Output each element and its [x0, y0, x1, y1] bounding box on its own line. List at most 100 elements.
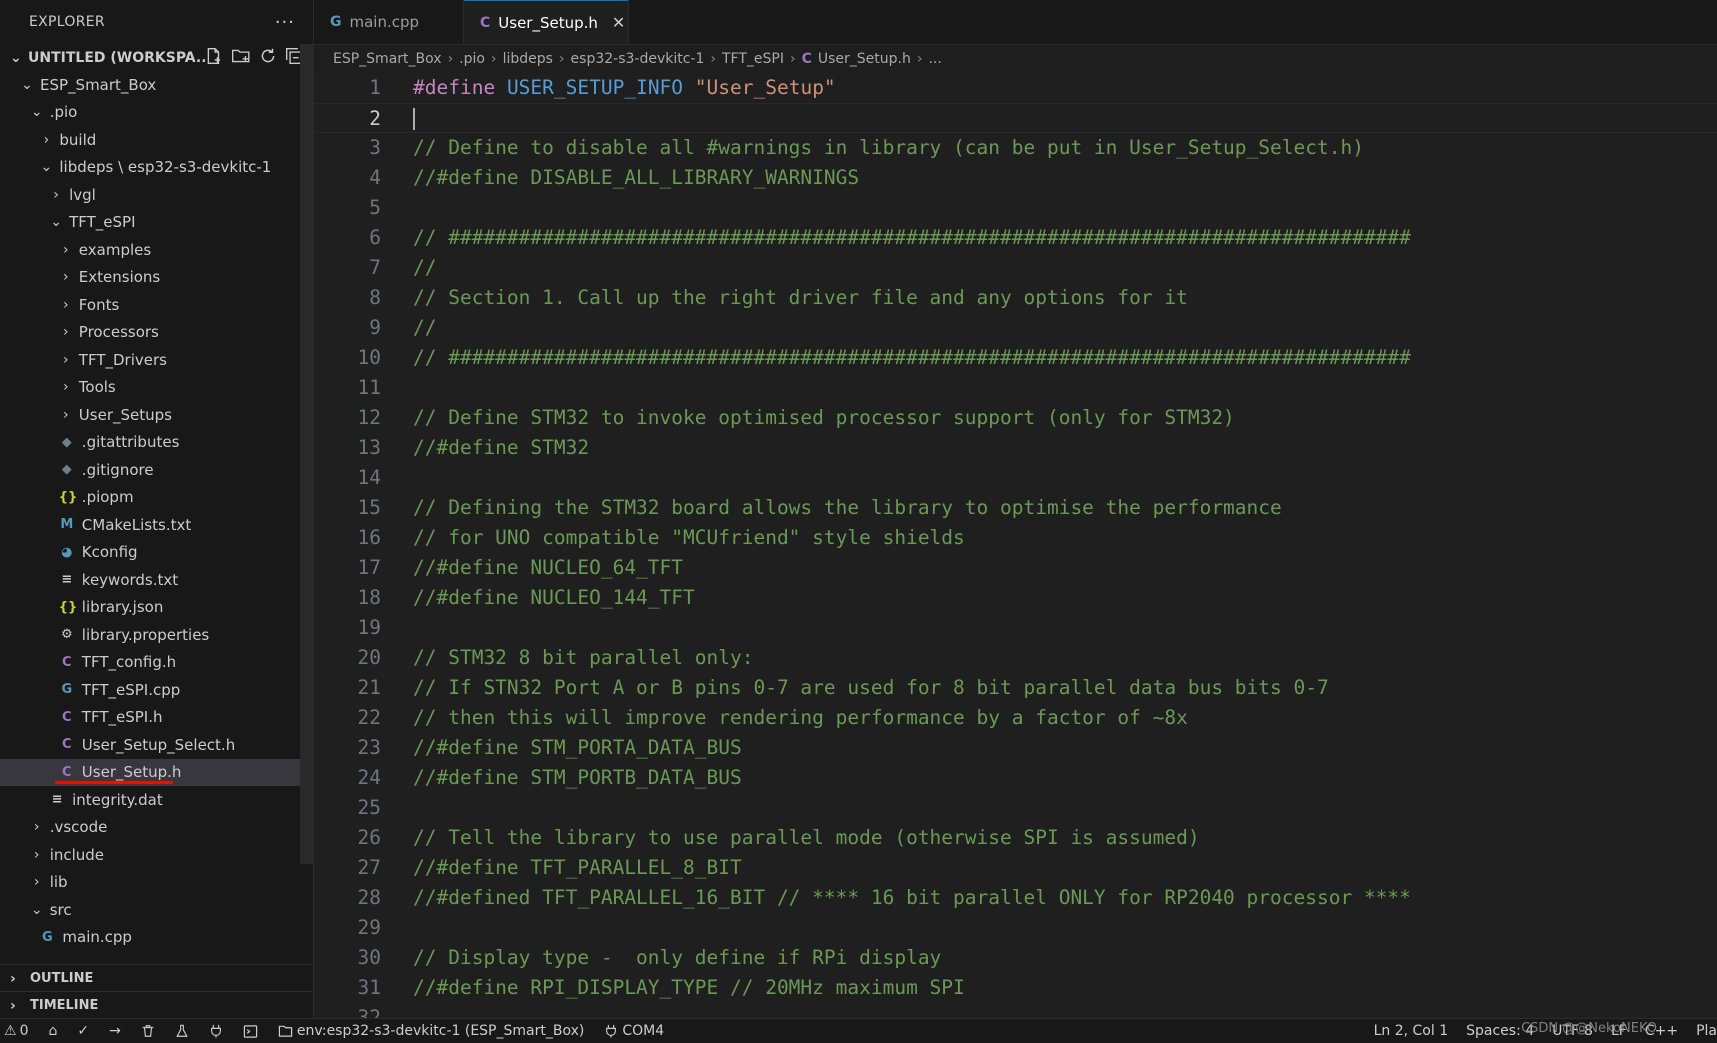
- workspace-header[interactable]: ⌄ UNTITLED (WORKSPA...: [0, 44, 313, 71]
- tree-file[interactable]: {} .piopm: [0, 484, 313, 512]
- tree-file[interactable]: {} library.json: [0, 594, 313, 622]
- tree-folder[interactable]: › include: [0, 841, 313, 869]
- code-line[interactable]: 13 //#define STM32: [314, 433, 1717, 463]
- problems-indicator[interactable]: ⚠ 0: [4, 1023, 28, 1039]
- tree-folder[interactable]: › Fonts: [0, 291, 313, 319]
- close-icon[interactable]: ✕: [612, 13, 625, 32]
- code-line[interactable]: 6 // ####################################…: [314, 223, 1717, 253]
- tab-main-cpp[interactable]: G main.cpp: [314, 0, 464, 44]
- new-file-icon[interactable]: [205, 47, 223, 69]
- breadcrumb-item[interactable]: .pio: [459, 51, 485, 67]
- home-icon[interactable]: ⌂: [48, 1023, 57, 1039]
- tree-folder[interactable]: ⌄ libdeps \ esp32-s3-devkitc-1: [0, 154, 313, 182]
- serial-port[interactable]: COM4: [604, 1023, 664, 1039]
- tree-folder[interactable]: › examples: [0, 236, 313, 264]
- tree-folder[interactable]: › User_Setups: [0, 401, 313, 429]
- clean-trash-icon[interactable]: [141, 1024, 155, 1038]
- project-environment[interactable]: env:esp32-s3-devkitc-1 (ESP_Smart_Box): [278, 1023, 584, 1039]
- code-line[interactable]: 9 //: [314, 313, 1717, 343]
- code-line[interactable]: 27 //#define TFT_PARALLEL_8_BIT: [314, 853, 1717, 883]
- code-line[interactable]: 5: [314, 193, 1717, 223]
- outline-section[interactable]: › OUTLINE: [0, 964, 313, 992]
- code-line[interactable]: 22 // then this will improve rendering pe…: [314, 703, 1717, 733]
- json-icon: {}: [58, 599, 78, 615]
- code-line[interactable]: 19: [314, 613, 1717, 643]
- tree-file[interactable]: C User_Setup_Select.h: [0, 731, 313, 759]
- code-line[interactable]: 10 // ###################################…: [314, 343, 1717, 373]
- code-line[interactable]: 23 //#define STM_PORTA_DATA_BUS: [314, 733, 1717, 763]
- breadcrumb-item[interactable]: User_Setup.h: [818, 51, 911, 67]
- timeline-section[interactable]: › TIMELINE: [0, 991, 313, 1018]
- code-line[interactable]: 25: [314, 793, 1717, 823]
- tree-file[interactable]: Gmain.cpp: [0, 924, 313, 952]
- code-line[interactable]: 8 // Section 1. Call up the right driver …: [314, 283, 1717, 313]
- code-line[interactable]: 4 //#define DISABLE_ALL_LIBRARY_WARNINGS: [314, 163, 1717, 193]
- tree-file[interactable]: ⚙ library.properties: [0, 621, 313, 649]
- tree-folder[interactable]: ⌄ .pio: [0, 99, 313, 127]
- code-line[interactable]: 1 #define USER_SETUP_INFO "User_Setup": [314, 73, 1717, 103]
- tree-folder[interactable]: › Extensions: [0, 264, 313, 292]
- tree-item-label: TFT_eSPI: [69, 213, 136, 232]
- code-line[interactable]: 15 // Defining the STM32 board allows the…: [314, 493, 1717, 523]
- tree-folder[interactable]: › Processors: [0, 319, 313, 347]
- tree-folder[interactable]: › .vscode: [0, 814, 313, 842]
- tree-folder[interactable]: ⌄ ESP_Smart_Box: [0, 71, 313, 99]
- tree-folder[interactable]: ⌄ src: [0, 896, 313, 924]
- new-folder-icon[interactable]: [231, 47, 251, 69]
- refresh-icon[interactable]: [259, 47, 277, 69]
- tree-file[interactable]: C TFT_eSPI.h: [0, 704, 313, 732]
- platform-indicator[interactable]: Pla: [1696, 1023, 1717, 1039]
- tab-user-setup-h[interactable]: C User_Setup.h ✕: [464, 0, 629, 44]
- tree-folder[interactable]: › build: [0, 126, 313, 154]
- tree-file[interactable]: G TFT_eSPI.cpp: [0, 676, 313, 704]
- tree-file[interactable]: C TFT_config.h: [0, 649, 313, 677]
- tree-file[interactable]: ≡ integrity.dat: [0, 786, 313, 814]
- more-actions-icon[interactable]: ···: [275, 12, 295, 33]
- tree-file[interactable]: C User_Setup.h: [0, 758, 313, 786]
- code-line[interactable]: 12 // Define STM32 to invoke optimised pr…: [314, 403, 1717, 433]
- breadcrumb-item[interactable]: TFT_eSPI: [722, 51, 784, 67]
- build-check-icon[interactable]: ✓: [77, 1023, 89, 1039]
- breadcrumb-item[interactable]: ...: [928, 51, 941, 67]
- comment: // Display type - only define if RPi dis…: [413, 946, 942, 969]
- test-flask-icon[interactable]: [175, 1024, 189, 1038]
- tree-folder[interactable]: › lib: [0, 869, 313, 897]
- tree-folder[interactable]: › lvgl: [0, 181, 313, 209]
- tree-file[interactable]: ◕ Kconfig: [0, 539, 313, 567]
- code-line[interactable]: 31 //#define RPI_DISPLAY_TYPE // 20MHz ma…: [314, 973, 1717, 1003]
- tree-file[interactable]: ◆ .gitattributes: [0, 429, 313, 457]
- code-line[interactable]: 29: [314, 913, 1717, 943]
- code-editor[interactable]: 1 #define USER_SETUP_INFO "User_Setup" 2 3/…: [314, 73, 1717, 1018]
- code-line[interactable]: 24 //#define STM_PORTB_DATA_BUS: [314, 763, 1717, 793]
- code-line[interactable]: 28 //#defined TFT_PARALLEL_16_BIT // ****…: [314, 883, 1717, 913]
- tree-file[interactable]: M CMakeLists.txt: [0, 511, 313, 539]
- terminal-icon[interactable]: [243, 1024, 258, 1039]
- code-line[interactable]: 14: [314, 463, 1717, 493]
- code-line[interactable]: 30 // Display type - only define if RPi d…: [314, 943, 1717, 973]
- code-line[interactable]: 7 //: [314, 253, 1717, 283]
- serial-monitor-plug-icon[interactable]: [209, 1024, 223, 1038]
- code-line[interactable]: 11: [314, 373, 1717, 403]
- tree-folder[interactable]: › Tools: [0, 374, 313, 402]
- code-line[interactable]: 2: [314, 103, 1717, 133]
- code-line[interactable]: 16 // for UNO compatible "MCUfriend" styl…: [314, 523, 1717, 553]
- tree-folder[interactable]: › TFT_Drivers: [0, 346, 313, 374]
- cursor-position[interactable]: Ln 2, Col 1: [1374, 1023, 1449, 1039]
- code-line[interactable]: 20 // STM32 8 bit parallel only:: [314, 643, 1717, 673]
- comment: // Define to disable all #warnings in li…: [413, 136, 1364, 159]
- breadcrumb-item[interactable]: libdeps: [503, 51, 553, 67]
- tree-file[interactable]: ≡ keywords.txt: [0, 566, 313, 594]
- breadcrumb-item[interactable]: esp32-s3-devkitc-1: [571, 51, 705, 67]
- code-line[interactable]: 26 // Tell the library to use parallel mo…: [314, 823, 1717, 853]
- code-line[interactable]: 32: [314, 1003, 1717, 1018]
- line-number: 25: [357, 796, 381, 819]
- code-line[interactable]: 3 // Define to disable all #warnings in l…: [314, 133, 1717, 163]
- breadcrumb-item[interactable]: ESP_Smart_Box: [333, 51, 442, 67]
- code-line[interactable]: 18 //#define NUCLEO_144_TFT: [314, 583, 1717, 613]
- sidebar-scrollbar[interactable]: [300, 44, 313, 864]
- tree-folder[interactable]: ⌄ TFT_eSPI: [0, 209, 313, 237]
- code-line[interactable]: 17 //#define NUCLEO_64_TFT: [314, 553, 1717, 583]
- upload-arrow-icon[interactable]: →: [109, 1023, 121, 1039]
- tree-file[interactable]: ◆ .gitignore: [0, 456, 313, 484]
- code-line[interactable]: 21 // If STN32 Port A or B pins 0-7 are u…: [314, 673, 1717, 703]
